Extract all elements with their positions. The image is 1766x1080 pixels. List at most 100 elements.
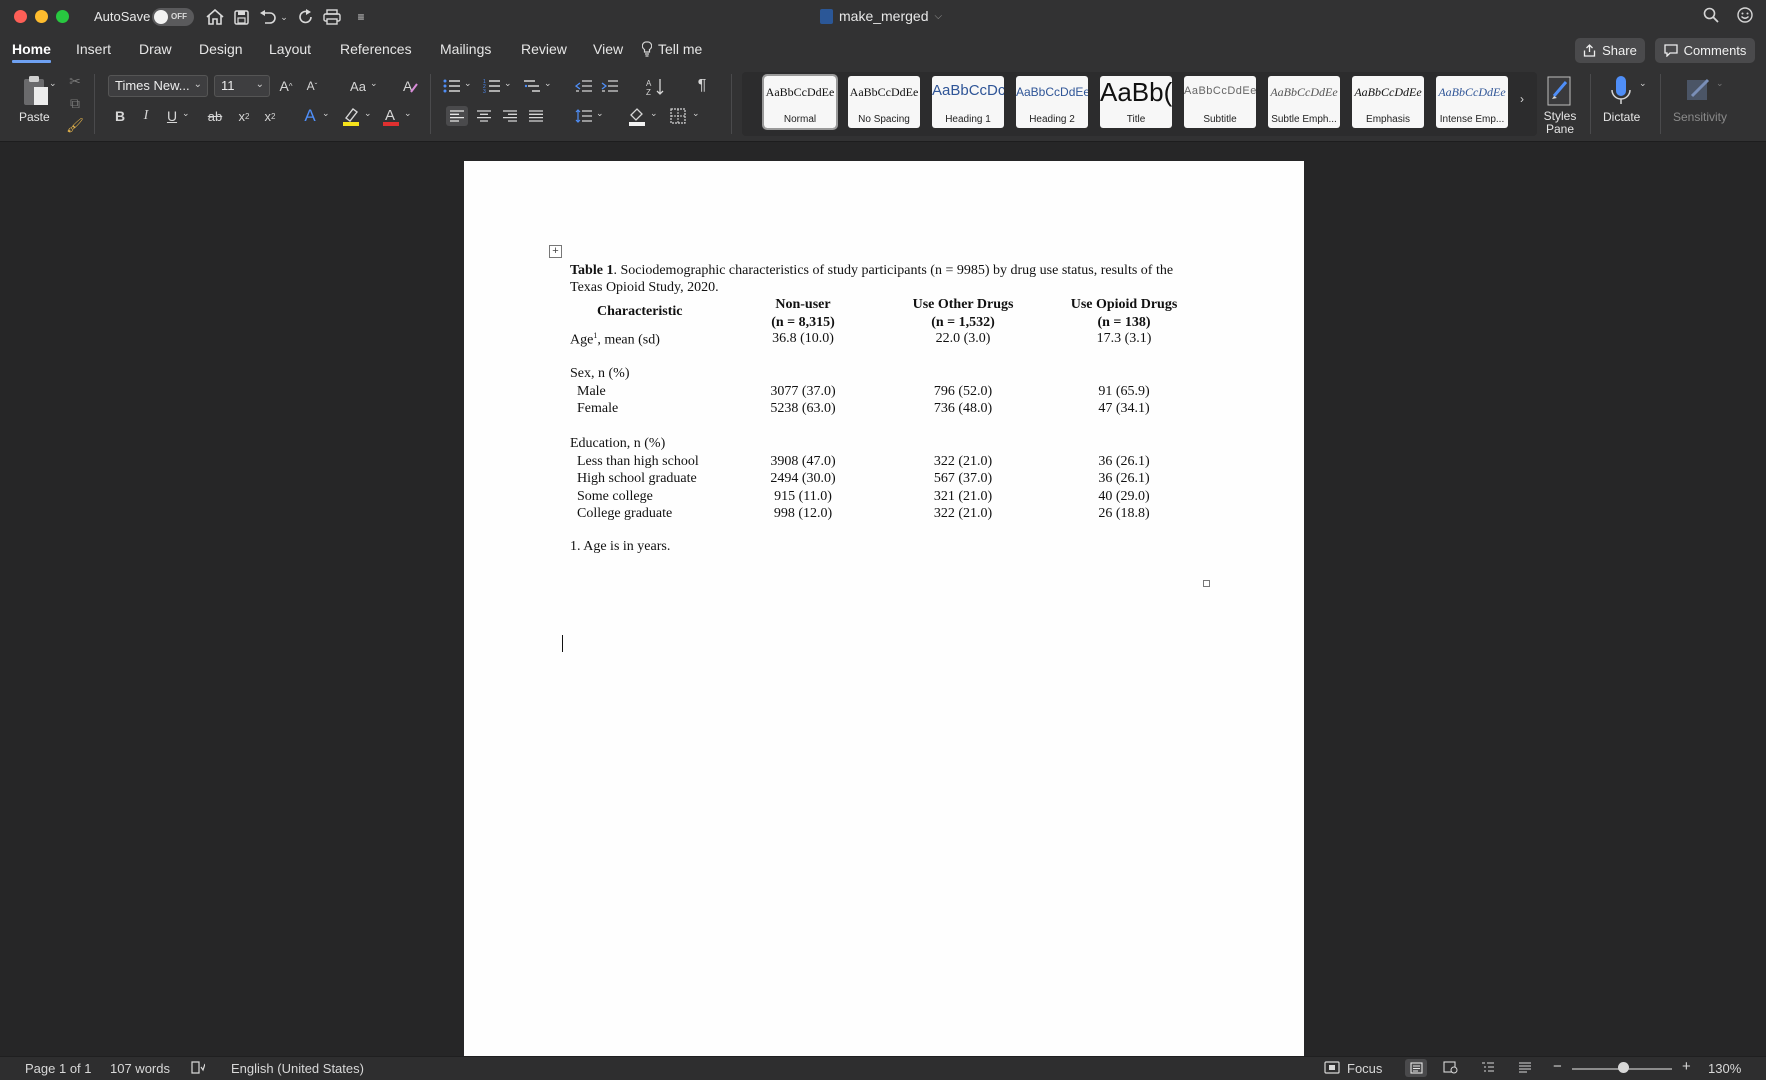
tab-layout[interactable]: Layout	[269, 41, 311, 57]
bullets-chevron-icon[interactable]: ⌄	[464, 78, 472, 89]
save-icon[interactable]	[230, 6, 252, 28]
table-resize-handle[interactable]	[1203, 580, 1210, 587]
borders-chevron-icon[interactable]: ⌄	[692, 108, 700, 119]
strikethrough-button[interactable]: ab	[205, 106, 225, 126]
undo-icon[interactable]	[257, 6, 279, 28]
font-color-chevron-icon[interactable]: ⌄	[404, 108, 412, 119]
focus-mode-icon[interactable]	[1324, 1061, 1340, 1077]
tab-mailings[interactable]: Mailings	[440, 41, 491, 57]
shading-chevron-icon[interactable]: ⌄	[650, 108, 658, 119]
numbering-chevron-icon[interactable]: ⌄	[504, 78, 512, 89]
smiley-feedback-icon[interactable]	[1737, 7, 1753, 27]
increase-indent-icon[interactable]	[600, 76, 620, 96]
style-heading-1[interactable]: AaBbCcDc Heading 1	[932, 76, 1004, 128]
redo-icon[interactable]	[295, 6, 317, 28]
document-title[interactable]: make_merged ⌵	[820, 8, 942, 24]
text-effects-icon[interactable]: A	[300, 106, 320, 126]
style-intense-emphasis[interactable]: AaBbCcDdEe Intense Emp...	[1436, 76, 1508, 128]
page-count[interactable]: Page 1 of 1	[25, 1061, 92, 1076]
zoom-slider-thumb[interactable]	[1618, 1062, 1629, 1073]
tab-design[interactable]: Design	[199, 41, 243, 57]
show-formatting-marks-icon[interactable]: ¶	[692, 76, 712, 96]
underline-button[interactable]: U	[162, 106, 182, 126]
style-subtitle[interactable]: AaBbCcDdEe Subtitle	[1184, 76, 1256, 128]
tab-home[interactable]: Home	[12, 41, 51, 63]
search-icon[interactable]	[1703, 7, 1719, 27]
line-spacing-chevron-icon[interactable]: ⌄	[596, 108, 604, 119]
close-window-button[interactable]	[14, 10, 27, 23]
style-no-spacing[interactable]: AaBbCcDdEe No Spacing	[848, 76, 920, 128]
align-left-button[interactable]	[446, 106, 468, 126]
justify-button[interactable]	[526, 106, 546, 126]
highlight-color-icon[interactable]	[340, 104, 362, 128]
maximize-window-button[interactable]	[56, 10, 69, 23]
dictate-microphone-icon[interactable]	[1606, 72, 1636, 108]
decrease-indent-icon[interactable]	[574, 76, 594, 96]
clear-formatting-icon[interactable]: A	[400, 76, 422, 96]
text-effects-chevron-icon[interactable]: ⌄	[322, 108, 330, 119]
tab-draw[interactable]: Draw	[139, 41, 172, 57]
line-spacing-icon[interactable]	[574, 106, 594, 126]
language-indicator[interactable]: English (United States)	[231, 1061, 364, 1076]
tab-review[interactable]: Review	[521, 41, 567, 57]
cut-icon[interactable]: ✂	[66, 72, 84, 90]
style-normal[interactable]: AaBbCcDdEe Normal	[762, 74, 838, 130]
change-case-chevron-icon[interactable]: ⌄	[370, 78, 378, 89]
tab-references[interactable]: References	[340, 41, 412, 57]
style-heading-2[interactable]: AaBbCcDdEe Heading 2	[1016, 76, 1088, 128]
zoom-in-button[interactable]: +	[1682, 1058, 1691, 1075]
zoom-level[interactable]: 130%	[1708, 1061, 1741, 1076]
web-layout-view-icon[interactable]	[1443, 1061, 1458, 1077]
bold-button[interactable]: B	[110, 106, 130, 126]
highlight-chevron-icon[interactable]: ⌄	[364, 108, 372, 119]
proofing-icon[interactable]	[191, 1061, 206, 1077]
style-subtle-emphasis[interactable]: AaBbCcDdEe Subtle Emph...	[1268, 76, 1340, 128]
align-center-button[interactable]	[474, 106, 494, 126]
table-move-handle-icon[interactable]: +	[549, 245, 562, 258]
decrease-font-size-icon[interactable]: Aˇ	[302, 76, 322, 96]
print-icon[interactable]	[321, 6, 343, 28]
zoom-out-button[interactable]: −	[1553, 1058, 1562, 1075]
numbering-icon[interactable]: 123	[482, 76, 502, 96]
undo-dropdown-chevron-icon[interactable]: ⌄	[278, 6, 290, 28]
multilevel-chevron-icon[interactable]: ⌄	[544, 78, 552, 89]
styles-more-chevron-icon[interactable]: ›	[1520, 92, 1524, 106]
align-right-button[interactable]	[500, 106, 520, 126]
customize-toolbar-icon[interactable]: ≡	[350, 6, 372, 28]
draft-view-icon[interactable]	[1518, 1061, 1532, 1076]
minimize-window-button[interactable]	[35, 10, 48, 23]
share-button[interactable]: Share	[1575, 38, 1645, 63]
style-title[interactable]: AaBb( Title	[1100, 76, 1172, 128]
shading-icon[interactable]	[626, 104, 648, 128]
paste-options-chevron-icon[interactable]: ⌄	[49, 78, 57, 89]
focus-mode-label[interactable]: Focus	[1347, 1061, 1382, 1076]
borders-icon[interactable]	[668, 106, 688, 126]
font-color-icon[interactable]: A	[380, 104, 402, 128]
tab-view[interactable]: View	[593, 41, 623, 57]
outline-view-icon[interactable]	[1481, 1061, 1495, 1076]
sensitivity-chevron-icon[interactable]: ⌄	[1716, 78, 1724, 89]
italic-button[interactable]: I	[136, 106, 156, 126]
superscript-button[interactable]: x2	[260, 106, 280, 126]
font-size-dropdown[interactable]: 11 ⌄	[214, 75, 270, 97]
copy-icon[interactable]: ⧉	[66, 94, 84, 112]
increase-font-size-icon[interactable]: A ^	[276, 76, 296, 96]
autosave-toggle[interactable]: OFF	[152, 8, 194, 26]
subscript-button[interactable]: x2	[234, 106, 254, 126]
bullets-icon[interactable]	[442, 76, 462, 96]
tab-insert[interactable]: Insert	[76, 41, 111, 57]
dictate-chevron-icon[interactable]: ⌄	[1639, 78, 1647, 89]
style-emphasis[interactable]: AaBbCcDdEe Emphasis	[1352, 76, 1424, 128]
multilevel-list-icon[interactable]	[522, 76, 542, 96]
styles-pane-icon[interactable]	[1542, 72, 1578, 108]
font-name-dropdown[interactable]: Times New... ⌄	[108, 75, 208, 97]
format-painter-icon[interactable]: 🖌	[66, 116, 84, 134]
underline-chevron-icon[interactable]: ⌄	[182, 108, 190, 119]
sort-icon[interactable]: AZ	[645, 76, 667, 98]
comments-button[interactable]: Comments	[1655, 38, 1755, 63]
change-case-icon[interactable]: Aa	[344, 76, 372, 96]
home-icon[interactable]	[204, 6, 226, 28]
sensitivity-icon[interactable]	[1682, 72, 1716, 106]
tell-me-button[interactable]: Tell me	[642, 41, 702, 57]
word-count[interactable]: 107 words	[110, 1061, 170, 1076]
